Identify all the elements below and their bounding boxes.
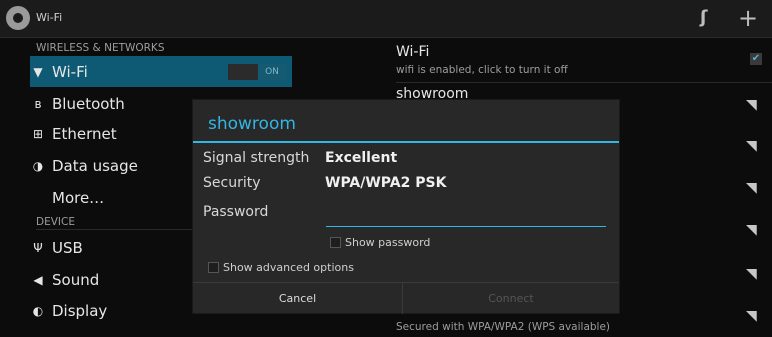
security-label: Security: [203, 175, 261, 191]
sidebar-item-label: Wi-Fi: [52, 62, 88, 81]
wifi-status-subtitle: wifi is enabled, click to turn it off: [396, 64, 568, 76]
show-advanced-checkbox[interactable]: [208, 262, 219, 273]
section-header-wireless: WIRELESS & NETWORKS: [36, 42, 165, 54]
show-password-label[interactable]: Show password: [345, 236, 430, 249]
wifi-signal-lock-icon: ◥: [746, 138, 757, 154]
show-advanced-label[interactable]: Show advanced options: [223, 261, 354, 274]
signal-strength-label: Signal strength: [203, 150, 310, 166]
display-icon: ◐: [32, 303, 44, 318]
ethernet-icon: ⊞: [32, 126, 44, 141]
signal-strength-value: Excellent: [325, 150, 398, 166]
dialog-button-bar: Cancel Connect: [193, 282, 619, 314]
wifi-status-title: Wi-Fi: [396, 44, 430, 60]
divider: [396, 82, 772, 83]
sidebar-item-label: Display: [52, 301, 108, 320]
dialog-title: showroom: [208, 114, 296, 134]
wifi-connect-dialog: showroom Signal strength Excellent Secur…: [193, 100, 619, 314]
cancel-button[interactable]: Cancel: [193, 283, 402, 314]
settings-gear-icon[interactable]: [6, 6, 30, 30]
bluetooth-icon: ʙ: [34, 96, 42, 111]
wps-icon[interactable]: ʃ: [700, 7, 707, 28]
sound-icon: ◀: [33, 272, 43, 287]
section-header-device: DEVICE: [36, 216, 75, 228]
password-label: Password: [203, 204, 269, 220]
connect-button[interactable]: Connect: [403, 283, 619, 314]
action-bar: Wi-Fi ʃ +: [0, 0, 772, 38]
sidebar-item-label: Bluetooth: [52, 94, 125, 113]
password-input[interactable]: [326, 208, 606, 227]
network-security: Secured with WPA/WPA2 (WPS available): [396, 321, 611, 333]
security-value: WPA/WPA2 PSK: [325, 175, 447, 191]
wifi-icon: ▼: [33, 64, 43, 79]
data-usage-icon: ◑: [32, 158, 44, 173]
wifi-signal-lock-icon: ◥: [746, 308, 757, 324]
sidebar-item-label: Data usage: [52, 156, 138, 175]
show-password-checkbox[interactable]: [330, 237, 341, 248]
toggle-on-label: ON: [258, 64, 286, 80]
sidebar-item-label: USB: [52, 238, 83, 257]
sidebar-item-label: More…: [52, 188, 105, 207]
wifi-enabled-checkbox[interactable]: ✔: [750, 53, 762, 65]
app-title: Wi-Fi: [36, 11, 63, 24]
wifi-signal-lock-icon: ◥: [746, 266, 757, 282]
wifi-toggle[interactable]: ON: [228, 64, 286, 80]
usb-icon: Ψ: [33, 240, 43, 255]
sidebar-item-label: Sound: [52, 270, 100, 289]
add-network-icon[interactable]: +: [738, 4, 758, 32]
sidebar-item-label: Ethernet: [52, 124, 117, 143]
wifi-signal-icon: ◥: [746, 180, 757, 196]
wifi-signal-lock-icon: ◥: [746, 97, 757, 113]
wifi-signal-lock-icon: ◥: [746, 222, 757, 238]
dialog-title-divider: [193, 141, 619, 143]
